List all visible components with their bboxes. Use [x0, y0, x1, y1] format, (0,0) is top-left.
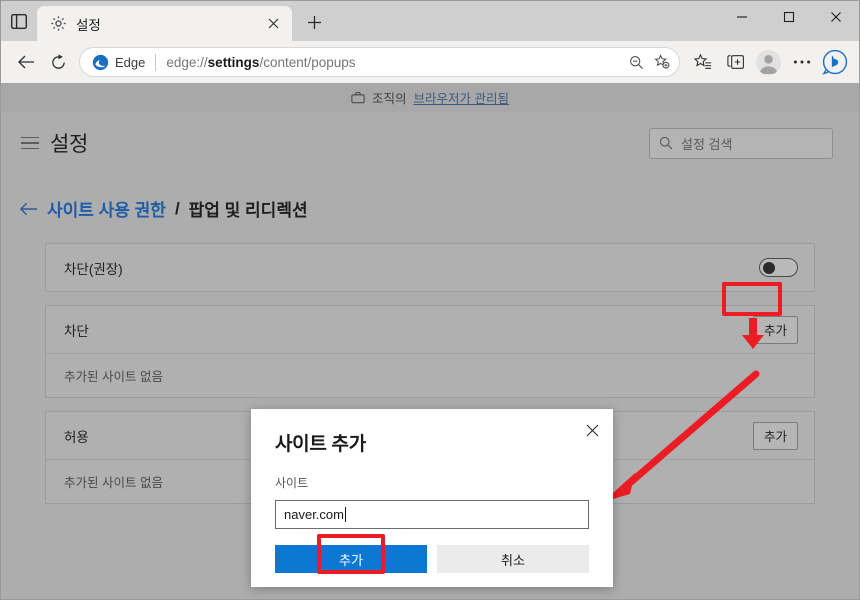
collections-icon[interactable]	[719, 46, 752, 79]
more-options-icon[interactable]	[785, 46, 818, 79]
block-list-header: 차단 추가	[46, 306, 814, 353]
allow-list-label: 허용	[64, 426, 89, 446]
allow-list-add-button[interactable]: 추가	[753, 422, 798, 450]
block-popups-toggle[interactable]	[759, 258, 798, 277]
window-controls	[718, 1, 859, 41]
block-popups-row: 차단(권장)	[46, 244, 814, 291]
back-arrow-icon[interactable]	[19, 202, 38, 216]
block-list-empty: 추가된 사이트 없음	[46, 353, 814, 397]
block-list-label: 차단	[64, 320, 89, 340]
add-favorite-star-icon[interactable]	[649, 49, 675, 75]
browser-window: 설정	[0, 0, 860, 600]
refresh-icon[interactable]	[42, 46, 75, 79]
gear-icon	[50, 15, 67, 32]
search-icon	[659, 136, 673, 150]
settings-header: 설정 설정 검색	[1, 112, 859, 174]
toggle-knob	[763, 262, 775, 274]
site-input[interactable]: naver.com	[275, 500, 589, 529]
site-field-label: 사이트	[251, 456, 613, 491]
maximize-button[interactable]	[765, 1, 812, 33]
close-icon[interactable]	[262, 13, 284, 35]
briefcase-icon	[351, 91, 365, 104]
block-popups-label: 차단(권장)	[64, 258, 123, 278]
block-list-add-button[interactable]: 추가	[753, 316, 798, 344]
dialog-confirm-button[interactable]: 추가	[275, 545, 427, 573]
minimize-button[interactable]	[718, 1, 765, 33]
breadcrumb: 사이트 사용 권한 / 팝업 및 리디렉션	[1, 174, 859, 221]
org-notice-text: 조직의	[372, 88, 407, 107]
tab-strip: 설정	[1, 1, 859, 41]
profile-avatar-icon[interactable]	[752, 46, 785, 79]
edge-brand-label: Edge	[115, 55, 145, 70]
breadcrumb-current: 팝업 및 리디렉션	[189, 196, 308, 221]
dialog-title: 사이트 추가	[251, 409, 613, 456]
address-bar[interactable]: Edge edge://settings/content/popups	[79, 47, 680, 77]
tab-title: 설정	[76, 14, 262, 34]
close-window-button[interactable]	[812, 1, 859, 33]
search-placeholder: 설정 검색	[681, 134, 732, 153]
dialog-actions: 추가 취소	[275, 545, 589, 573]
new-tab-button[interactable]	[298, 6, 330, 38]
avatar	[756, 50, 781, 75]
page-title: 설정	[50, 128, 88, 158]
breadcrumb-parent-link[interactable]: 사이트 사용 권한	[47, 196, 166, 221]
dialog-close-icon[interactable]	[579, 417, 605, 443]
browser-tab[interactable]: 설정	[37, 6, 292, 41]
breadcrumb-separator: /	[175, 199, 180, 219]
add-site-dialog: 사이트 추가 사이트 naver.com 추가 취소	[251, 409, 613, 587]
back-button-icon[interactable]	[9, 46, 42, 79]
text-caret	[345, 507, 346, 522]
block-list-card: 차단 추가 추가된 사이트 없음	[45, 305, 815, 398]
edge-brand-icon	[92, 54, 109, 71]
hamburger-menu-icon[interactable]	[17, 130, 43, 156]
zoom-out-icon[interactable]	[623, 49, 649, 75]
browser-toolbar: Edge edge://settings/content/popups	[1, 41, 859, 83]
bing-copilot-icon[interactable]	[818, 46, 851, 79]
tab-list-icon[interactable]	[1, 4, 37, 38]
search-input[interactable]: 설정 검색	[649, 128, 833, 159]
site-input-value: naver.com	[284, 507, 344, 522]
omnibox-divider	[155, 54, 156, 71]
org-managed-notice: 조직의 브라우저가 관리됨	[1, 83, 859, 112]
block-popups-card: 차단(권장)	[45, 243, 815, 292]
org-notice-link[interactable]: 브라우저가 관리됨	[414, 88, 509, 107]
dialog-cancel-button[interactable]: 취소	[437, 545, 589, 573]
address-bar-url: edge://settings/content/popups	[166, 55, 623, 70]
favorites-list-icon[interactable]	[686, 46, 719, 79]
